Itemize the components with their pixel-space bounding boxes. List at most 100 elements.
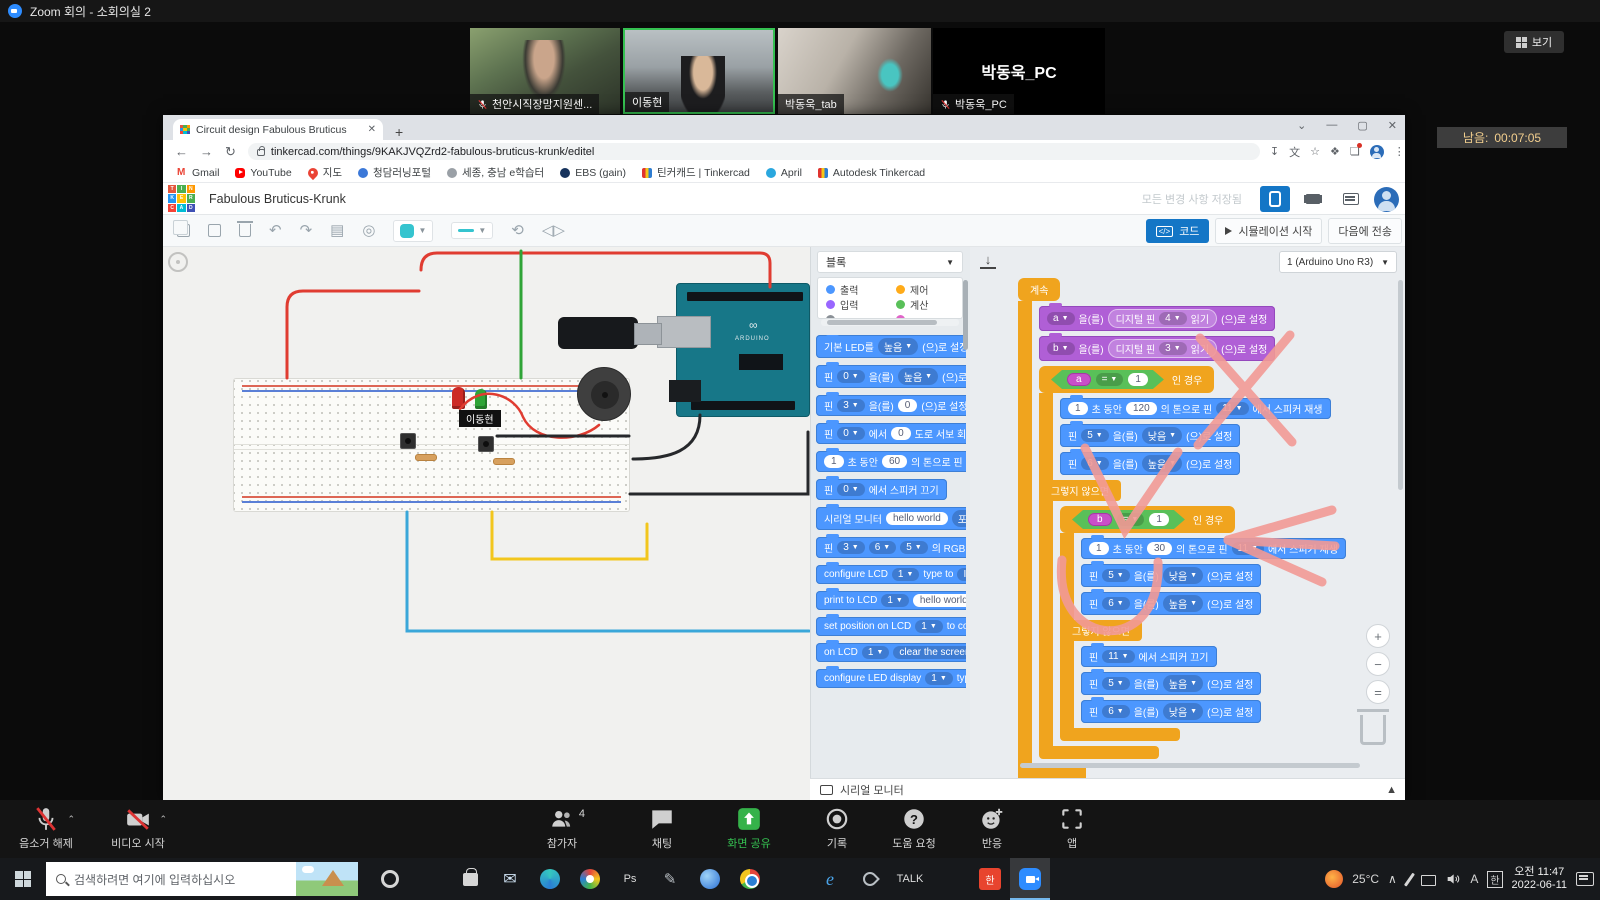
bookmark-tinkercad[interactable]: 틴커캐드 | Tinkercad [642,165,750,180]
code-block[interactable]: 핀6▼을(를)높음▼(으)로 설정 [1081,592,1261,615]
palette-mode-dropdown[interactable]: 블록▼ [817,251,963,273]
zoom-toolbar-help-button[interactable]: ?도움 요청 [876,806,952,851]
color-picker[interactable]: ▼ [393,220,433,242]
taskbar-app-calculator[interactable] [930,858,970,900]
taskbar-app-sphere[interactable] [690,858,730,900]
code-block[interactable]: 기본 LED를높음▼(으)로 설정 [816,335,966,358]
copy-icon[interactable] [177,224,190,237]
variable-reporter[interactable]: b [1088,513,1112,526]
back-button[interactable]: ← [175,144,188,159]
bookmark-ebs[interactable]: EBS (gain) [560,167,626,179]
browser-menu-icon[interactable]: ⋮ [1394,145,1405,158]
taskbar-app-mail[interactable]: ✉ [490,858,530,900]
block-value-input[interactable]: 60 [882,455,907,468]
block-value-input[interactable]: hello world [913,594,966,607]
block-dropdown[interactable]: 11▼ [1102,650,1134,663]
new-tab-button[interactable]: + [395,124,403,140]
zoom-in-button[interactable]: + [1366,624,1390,648]
code-block[interactable]: configure LCD1▼type toI2C (MC▼ [816,565,966,584]
code-block[interactable]: 핀3▼을(를)0(으)로 설정 [816,395,966,416]
chevron-down-icon[interactable]: ⌄ [1297,119,1306,132]
translate-icon[interactable]: 文 [1289,144,1300,160]
taskbar-app-kakaotalk[interactable]: TALK [890,858,930,900]
block-value-input[interactable]: 1 [1089,542,1109,555]
zoom-toolbar-reactions-button[interactable]: 반응 [954,806,1030,851]
taskbar-app-photoshop[interactable]: Ps [610,858,650,900]
undo-icon[interactable]: ↶ [269,223,282,238]
ime-latin-indicator[interactable]: A [1470,872,1478,886]
tray-overflow-chevron[interactable]: ∧ [1388,872,1397,886]
code-button[interactable]: </>코드 [1146,219,1210,243]
bookmark-youtube[interactable]: YouTube [235,167,291,179]
notes-icon[interactable]: ▤ [330,223,344,238]
wire-style-picker[interactable]: ▼ [451,222,493,239]
taskbar-search-input[interactable]: 검색하려면 여기에 입력하십시오 [46,862,358,896]
category-입력[interactable]: 입력 [826,297,892,312]
if-block[interactable]: a=▼1인 경우1초 동안120의 톤으로 핀11▼에서 스피커 재생핀5▼을(… [1039,366,1346,759]
code-block[interactable]: print to LCD1▼hello world [816,591,966,610]
video-thumbnail[interactable]: 천안시직장맘지원센... [470,28,620,114]
block-value-input[interactable]: 1 [1149,513,1169,526]
block-dropdown[interactable]: 1▼ [915,620,943,633]
chevron-up-icon[interactable]: ⌃ [67,814,75,825]
taskbar-app-explorer[interactable] [770,858,810,900]
block-dropdown[interactable]: 5▼ [1102,677,1130,690]
workspace-hscrollbar[interactable] [1020,763,1360,768]
taskbar-clock[interactable]: 오전 11:47 2022-06-11 [1512,866,1567,892]
red-wire[interactable] [421,253,770,287]
block-dropdown[interactable]: 낮음▼ [1163,703,1203,720]
code-block[interactable]: on LCD1▼clear the screen▼ [816,643,966,662]
category-계산[interactable]: 계산 [896,297,962,312]
code-block[interactable]: b▼을(를)디지털 핀3▼읽기(으)로 설정 [1039,336,1275,361]
code-block[interactable]: configure LED display1▼type to7-▼ [816,669,966,688]
code-block[interactable]: a▼을(를)디지털 핀4▼읽기(으)로 설정 [1039,306,1275,331]
schematic-view-button[interactable] [1298,186,1328,212]
network-icon[interactable] [1421,875,1436,886]
block-dropdown[interactable]: 5▼ [1081,429,1109,442]
weather-tray-icon[interactable] [1325,870,1343,888]
code-block[interactable]: 핀5▼을(를)낮음▼(으)로 설정 [1060,424,1240,447]
taskbar-app-task-view[interactable] [410,858,450,900]
category-출력[interactable]: 출력 [826,282,892,297]
code-block[interactable]: 핀0▼에서0도로 서보 회전 [816,423,966,444]
variable-reporter[interactable]: a [1067,373,1091,386]
block-dropdown[interactable]: 6▼ [1102,705,1130,718]
chevron-up-icon[interactable]: ⌃ [159,814,167,825]
zoom-toolbar-share-button[interactable]: 화면 공유 [711,806,787,851]
block-dropdown[interactable]: 3▼ [837,399,865,412]
taskbar-app-store[interactable] [450,858,490,900]
tinkercad-logo[interactable]: TIN KER CAD [168,185,195,212]
if-block[interactable]: b=▼1인 경우1초 동안30의 톤으로 핀11▼에서 스피커 재생핀5▼을(를… [1060,506,1346,741]
start-button[interactable] [0,858,46,900]
circuit-canvas[interactable]: ARDUINO ∞ 이동현 [163,247,810,800]
start-simulation-button[interactable]: 시뮬레이션 시작 [1215,218,1322,244]
zoom-toolbar-record-button[interactable]: 기록 [799,806,875,851]
list-view-button[interactable] [1336,186,1366,212]
block-dropdown[interactable]: 6▼ [869,541,897,554]
code-block[interactable]: 1초 동안60의 톤으로 핀 [816,451,966,472]
block-dropdown[interactable]: I2C (MC▼ [957,568,966,581]
design-title[interactable]: Fabulous Bruticus-Krunk [209,192,346,206]
bookmark-gmail[interactable]: MGmail [177,167,219,179]
extensions-icon[interactable]: ❖ [1330,145,1340,158]
zoom-toolbar-mute-button[interactable]: ⌃음소거 해제 [8,806,84,851]
forever-block[interactable]: 계속a▼을(를)디지털 핀4▼읽기(으)로 설정b▼을(를)디지털 핀3▼읽기(… [1018,278,1346,778]
condition-hexagon[interactable]: a=▼1 [1051,370,1164,389]
block-value-input[interactable]: 30 [1147,542,1172,555]
inspect-icon[interactable]: ◎ [362,223,375,238]
action-center-icon[interactable] [1576,872,1594,886]
bookmark-tinkercad[interactable]: Autodesk Tinkercad [818,167,925,179]
palette-scrollbar[interactable] [963,280,968,350]
reporter-block[interactable]: 디지털 핀3▼읽기 [1108,339,1218,358]
taskbar-app-opera[interactable] [370,858,410,900]
block-dropdown[interactable]: 높음▼ [1163,675,1203,692]
minimize-button[interactable]: — [1326,119,1337,132]
block-dropdown[interactable]: 0▼ [837,427,865,440]
browser-profile-avatar[interactable] [1370,145,1384,159]
block-value-input[interactable]: 0 [891,427,911,440]
reporter-block[interactable]: 디지털 핀4▼읽기 [1108,309,1218,328]
block-dropdown[interactable]: 5▼ [900,541,928,554]
bookmark-maps[interactable]: 지도 [308,165,342,180]
code-block[interactable]: 핀6▼을(를)낮음▼(으)로 설정 [1081,700,1261,723]
code-block[interactable]: set position on LCD1▼to column [816,617,966,636]
